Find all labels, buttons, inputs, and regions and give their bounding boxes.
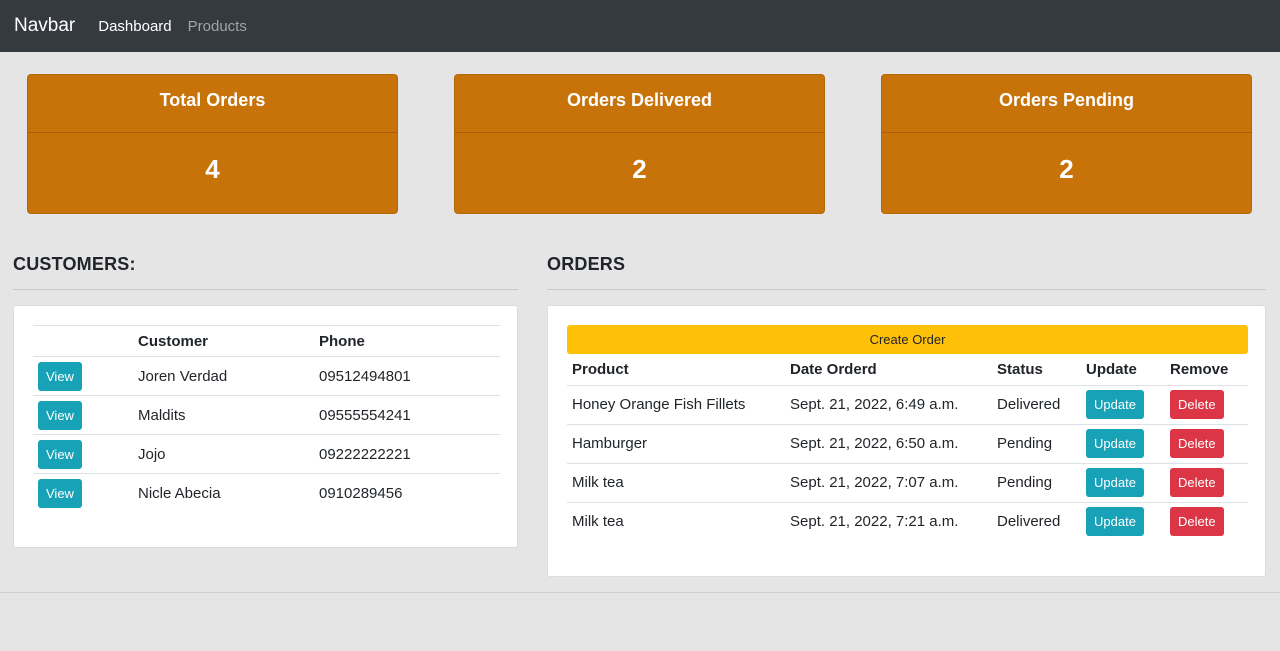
table-header-row: Product Date Orderd Status Update Remove (567, 354, 1248, 385)
order-date: Sept. 21, 2022, 6:50 a.m. (785, 423, 992, 463)
customer-name: Joren Verdad (133, 356, 314, 396)
update-order-button[interactable]: Update (1086, 390, 1144, 419)
update-order-button[interactable]: Update (1086, 468, 1144, 497)
stat-card-value: 2 (1059, 154, 1074, 184)
table-header-row: Customer Phone (33, 325, 500, 357)
customers-panel: Customer Phone View Joren Verdad 0951249… (13, 305, 518, 548)
table-row: Milk tea Sept. 21, 2022, 7:07 a.m. Pendi… (567, 462, 1248, 502)
column-header-status: Status (997, 360, 1043, 378)
customer-name: Jojo (133, 434, 314, 474)
view-customer-button[interactable]: View (38, 439, 82, 469)
order-date: Sept. 21, 2022, 6:49 a.m. (785, 384, 992, 424)
stat-card-orders-delivered: Orders Delivered 2 (454, 74, 825, 214)
customer-name: Maldits (133, 395, 314, 435)
table-row: View Nicle Abecia 0910289456 (33, 473, 500, 513)
table-row: View Jojo 09222222221 (33, 434, 500, 474)
table-row: Hamburger Sept. 21, 2022, 6:50 a.m. Pend… (567, 423, 1248, 463)
order-product: Milk tea (567, 462, 785, 502)
table-row: Milk tea Sept. 21, 2022, 7:21 a.m. Deliv… (567, 501, 1248, 541)
stat-card-orders-pending: Orders Pending 2 (881, 74, 1252, 214)
create-order-button[interactable]: Create Order (567, 325, 1248, 354)
stat-card-title: Orders Pending (882, 75, 1251, 133)
orders-table: Product Date Orderd Status Update Remove… (567, 354, 1248, 541)
delete-order-button[interactable]: Delete (1170, 468, 1224, 497)
column-header-update: Update (1086, 360, 1137, 378)
table-row: Honey Orange Fish Fillets Sept. 21, 2022… (567, 384, 1248, 424)
column-header-action (33, 325, 133, 357)
customers-divider (13, 289, 518, 290)
column-header-product: Product (572, 360, 629, 378)
customer-phone: 09512494801 (314, 356, 500, 396)
orders-panel: Create Order Product Date Orderd Status … (547, 305, 1266, 577)
order-product: Hamburger (567, 423, 785, 463)
stat-card-value: 2 (632, 154, 647, 184)
navbar: Navbar Dashboard Products (0, 0, 1280, 52)
customer-phone: 0910289456 (314, 473, 500, 513)
delete-order-button[interactable]: Delete (1170, 429, 1224, 458)
order-product: Milk tea (567, 501, 785, 541)
update-order-button[interactable]: Update (1086, 507, 1144, 537)
stat-card-total-orders: Total Orders 4 (27, 74, 398, 214)
table-row: View Joren Verdad 09512494801 (33, 356, 500, 396)
delete-order-button[interactable]: Delete (1170, 390, 1224, 419)
order-status: Delivered (992, 384, 1081, 424)
view-customer-button[interactable]: View (38, 478, 82, 508)
stat-card-title: Total Orders (28, 75, 397, 133)
column-header-phone: Phone (314, 325, 500, 357)
order-date: Sept. 21, 2022, 7:21 a.m. (785, 501, 992, 541)
navbar-brand[interactable]: Navbar (14, 15, 75, 37)
column-header-date: Date Orderd (790, 360, 877, 378)
footer-divider (0, 592, 1280, 593)
view-customer-button[interactable]: View (38, 400, 82, 430)
orders-title: ORDERS (547, 254, 626, 274)
order-status: Delivered (992, 501, 1081, 541)
order-status: Pending (992, 462, 1081, 502)
table-row: View Maldits 09555554241 (33, 395, 500, 435)
customer-name: Nicle Abecia (133, 473, 314, 513)
orders-divider (547, 289, 1266, 290)
order-product: Honey Orange Fish Fillets (567, 384, 785, 424)
update-order-button[interactable]: Update (1086, 429, 1144, 458)
column-header-customer: Customer (133, 325, 314, 357)
stat-card-title: Orders Delivered (455, 75, 824, 133)
customer-phone: 09222222221 (314, 434, 500, 474)
order-status: Pending (992, 423, 1081, 463)
customers-title: CUSTOMERS: (13, 254, 136, 274)
column-header-remove: Remove (1170, 360, 1229, 378)
order-date: Sept. 21, 2022, 7:07 a.m. (785, 462, 992, 502)
view-customer-button[interactable]: View (38, 361, 82, 391)
customer-phone: 09555554241 (314, 395, 500, 435)
delete-order-button[interactable]: Delete (1170, 507, 1224, 537)
stat-card-value: 4 (205, 154, 220, 184)
nav-link-dashboard[interactable]: Dashboard (98, 18, 171, 35)
nav-link-products[interactable]: Products (188, 18, 247, 35)
customers-table: Customer Phone View Joren Verdad 0951249… (33, 325, 500, 513)
